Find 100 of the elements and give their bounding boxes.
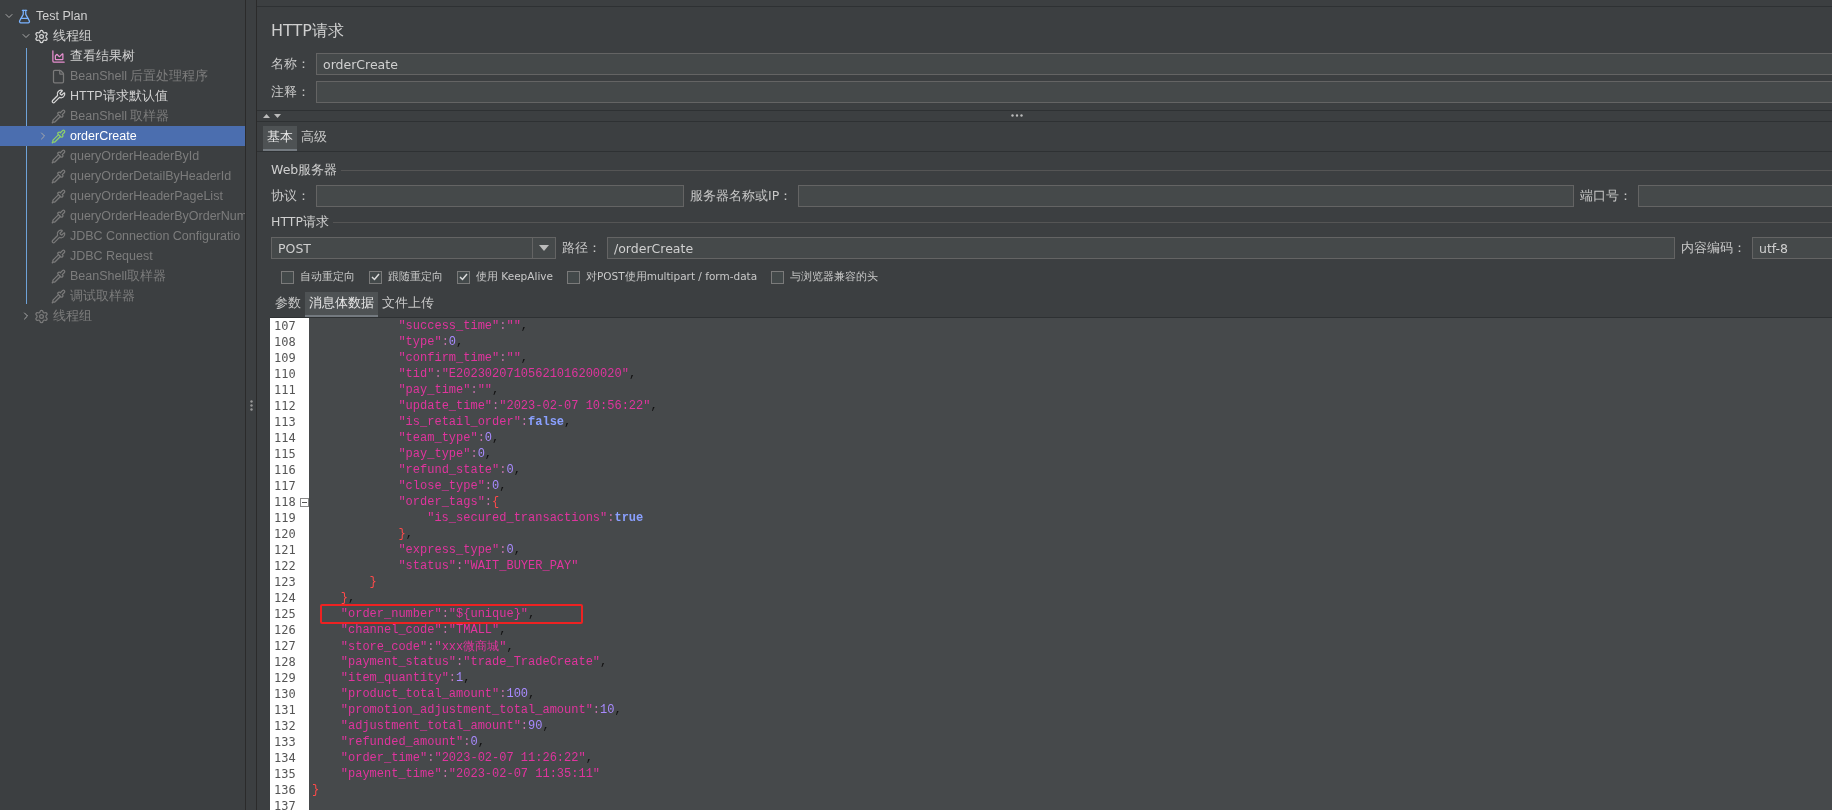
tree-item[interactable]: orderCreate bbox=[0, 126, 245, 146]
pipette-icon bbox=[51, 208, 66, 224]
line-number: 122 bbox=[274, 559, 296, 573]
field-label: 端口号： bbox=[1580, 187, 1633, 205]
tab[interactable]: 高级 bbox=[297, 126, 331, 151]
path-field[interactable]: /orderCreate bbox=[607, 237, 1675, 259]
line-number: 125 bbox=[274, 607, 296, 621]
pipette-icon bbox=[51, 288, 66, 304]
line-number: 113 bbox=[274, 415, 296, 429]
gear-icon bbox=[34, 28, 49, 44]
line-number: 108 bbox=[274, 335, 296, 349]
tree-item[interactable]: 查看结果树 bbox=[0, 46, 245, 66]
line-number: 118 bbox=[274, 495, 296, 509]
tab[interactable]: 文件上传 bbox=[378, 292, 438, 317]
code-line: "update_time":"2023-02-07 10:56:22", bbox=[397, 399, 658, 413]
pipette-icon bbox=[51, 128, 66, 144]
line-number: 133 bbox=[274, 735, 296, 749]
name-field[interactable]: orderCreate bbox=[316, 53, 1832, 75]
wrench-icon bbox=[51, 88, 66, 104]
document-icon bbox=[51, 68, 66, 84]
line-number: 112 bbox=[274, 399, 296, 413]
panel-title: HTTP请求 bbox=[270, 20, 345, 42]
server-field[interactable] bbox=[798, 185, 1575, 207]
code-line: "pay_time":"", bbox=[397, 383, 500, 397]
checkbox[interactable] bbox=[281, 270, 294, 284]
line-number: 135 bbox=[274, 767, 296, 781]
code-line: "is_retail_order":false, bbox=[397, 415, 572, 429]
code-line: "is_secured_transactions":true bbox=[426, 511, 644, 525]
tab[interactable]: 参数 bbox=[271, 292, 305, 317]
checkbox-option[interactable]: 跟随重定向 bbox=[369, 270, 443, 284]
line-number: 134 bbox=[274, 751, 296, 765]
flask-icon bbox=[17, 8, 32, 24]
code-line: "adjustment_total_amount":90, bbox=[339, 719, 550, 733]
line-number: 127 bbox=[274, 639, 296, 653]
code-line: } bbox=[312, 783, 320, 797]
line-number: 126 bbox=[274, 623, 296, 637]
checkbox[interactable] bbox=[771, 270, 785, 284]
line-number: 107 bbox=[274, 319, 296, 333]
code-line: "express_type":0, bbox=[397, 543, 521, 557]
port-field[interactable] bbox=[1638, 185, 1832, 207]
code-line: "type":0, bbox=[397, 335, 464, 349]
code-line: "close_type":0, bbox=[397, 479, 507, 493]
line-number: 117 bbox=[274, 479, 296, 493]
checkbox-option[interactable]: 对POST使用multipart / form-data bbox=[567, 270, 758, 284]
line-number: 136 bbox=[274, 783, 296, 797]
group-title: HTTP请求 bbox=[271, 214, 329, 231]
line-number: 119 bbox=[274, 511, 296, 525]
fold-minus-icon[interactable] bbox=[300, 497, 309, 507]
pipette-icon bbox=[51, 248, 66, 264]
field-label: 协议： bbox=[271, 187, 310, 205]
drag-handle-icon[interactable] bbox=[1011, 114, 1023, 117]
chart-icon bbox=[51, 48, 66, 64]
code-line: "store_code":"xxx微商城", bbox=[339, 638, 514, 655]
tree-item[interactable]: Test Plan bbox=[0, 6, 245, 26]
tab[interactable]: 消息体数据 bbox=[305, 292, 378, 317]
drag-handle-icon[interactable] bbox=[249, 399, 253, 411]
encoding-field[interactable]: utf-8 bbox=[1752, 237, 1832, 259]
line-number: 128 bbox=[274, 655, 296, 669]
code-line: "order_tags":{ bbox=[397, 495, 500, 509]
pipette-icon bbox=[51, 268, 66, 284]
code-line: "refund_state":0, bbox=[397, 463, 521, 477]
line-number: 114 bbox=[274, 431, 296, 445]
line-number: 131 bbox=[274, 703, 296, 717]
code-line: "success_time":"", bbox=[397, 319, 529, 333]
line-number: 137 bbox=[274, 799, 296, 810]
code-line: "order_time":"2023-02-07 11:26:22", bbox=[339, 751, 593, 765]
line-number: 111 bbox=[274, 383, 296, 397]
comment-field[interactable] bbox=[316, 81, 1832, 103]
line-number: 129 bbox=[274, 671, 296, 685]
line-number: 130 bbox=[274, 687, 296, 701]
tree-item[interactable]: 线程组 bbox=[0, 26, 245, 46]
code-line: "channel_code":"TMALL", bbox=[339, 623, 507, 637]
check-icon bbox=[459, 273, 468, 281]
code-line: "team_type":0, bbox=[397, 431, 500, 445]
tree-item[interactable]: HTTP请求默认值 bbox=[0, 86, 245, 106]
pipette-icon bbox=[51, 168, 66, 184]
collapse-arrows-icon[interactable] bbox=[263, 113, 281, 119]
checkbox-option[interactable]: 自动重定向 bbox=[281, 270, 355, 284]
code-line: }, bbox=[397, 527, 413, 541]
field-label: 路径： bbox=[562, 239, 601, 257]
checkbox-option[interactable]: 使用 KeepAlive bbox=[457, 270, 553, 284]
code-line: }, bbox=[339, 591, 356, 605]
field-label: 内容编码： bbox=[1681, 239, 1746, 257]
code-editor[interactable] bbox=[270, 317, 1832, 810]
field-label: 名称： bbox=[271, 55, 310, 73]
checkbox[interactable] bbox=[369, 270, 382, 284]
method-dropdown[interactable]: POST bbox=[271, 237, 556, 259]
pipette-icon bbox=[51, 188, 66, 204]
code-line: "status":"WAIT_BUYER_PAY" bbox=[397, 559, 579, 573]
wrench-icon bbox=[51, 228, 66, 244]
code-line: "refunded_amount":0, bbox=[339, 735, 485, 749]
code-line: "tid":"E20230207105621016200020", bbox=[397, 367, 637, 381]
checkbox-option[interactable]: 与浏览器兼容的头 bbox=[771, 270, 879, 284]
protocol-field[interactable] bbox=[316, 185, 684, 207]
checkbox[interactable] bbox=[457, 270, 470, 284]
field-label: 服务器名称或IP： bbox=[690, 187, 793, 205]
pipette-icon bbox=[51, 108, 66, 124]
checkbox[interactable] bbox=[567, 270, 580, 284]
line-number: 120 bbox=[274, 527, 296, 541]
tab[interactable]: 基本 bbox=[263, 126, 297, 151]
